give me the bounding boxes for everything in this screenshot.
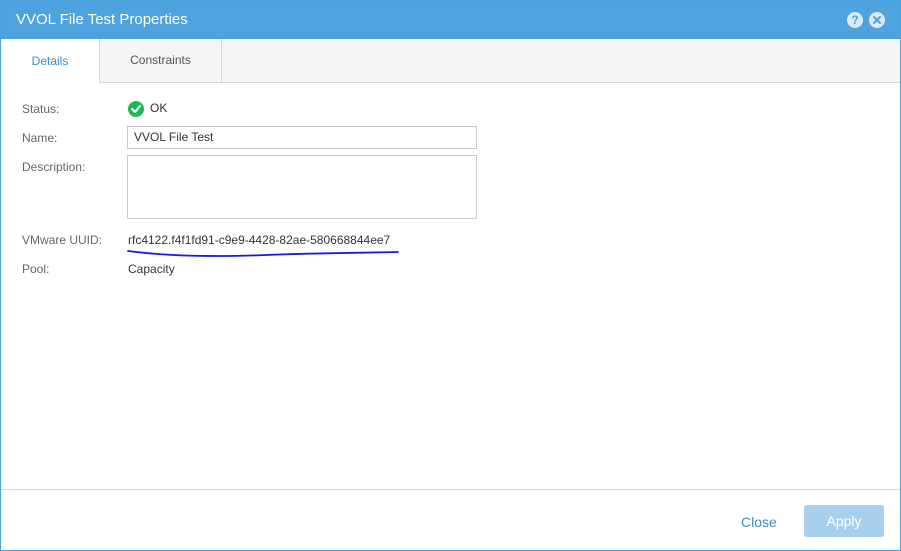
uuid-value: rfc4122.f4f1fd91-c9e9-4428-82ae-58066884… [128, 233, 391, 247]
apply-button[interactable]: Apply [804, 505, 884, 537]
description-label: Description: [22, 160, 86, 174]
properties-dialog: VVOL File Test Properties ? Details Cons… [0, 0, 901, 551]
help-icon[interactable]: ? [847, 12, 863, 28]
description-textarea[interactable] [127, 155, 477, 219]
status-label: Status: [22, 102, 60, 116]
dialog-titlebar: VVOL File Test Properties ? [1, 1, 900, 39]
pool-label: Pool: [22, 262, 50, 276]
tab-details[interactable]: Details [1, 39, 100, 83]
uuid-label: VMware UUID: [22, 233, 103, 247]
status-value: OK [150, 101, 168, 115]
dialog-footer: Close Apply [1, 489, 900, 550]
tab-bar: Details Constraints [1, 39, 900, 83]
close-icon[interactable] [869, 12, 885, 28]
name-input[interactable]: VVOL File Test [127, 126, 477, 149]
dialog-title: VVOL File Test Properties [16, 11, 188, 28]
handwritten-underline-annotation [127, 250, 399, 257]
close-button[interactable]: Close [741, 514, 777, 530]
tab-constraints[interactable]: Constraints [100, 39, 222, 82]
name-label: Name: [22, 131, 58, 145]
pool-value: Capacity [128, 262, 175, 276]
check-circle-icon [128, 101, 144, 117]
